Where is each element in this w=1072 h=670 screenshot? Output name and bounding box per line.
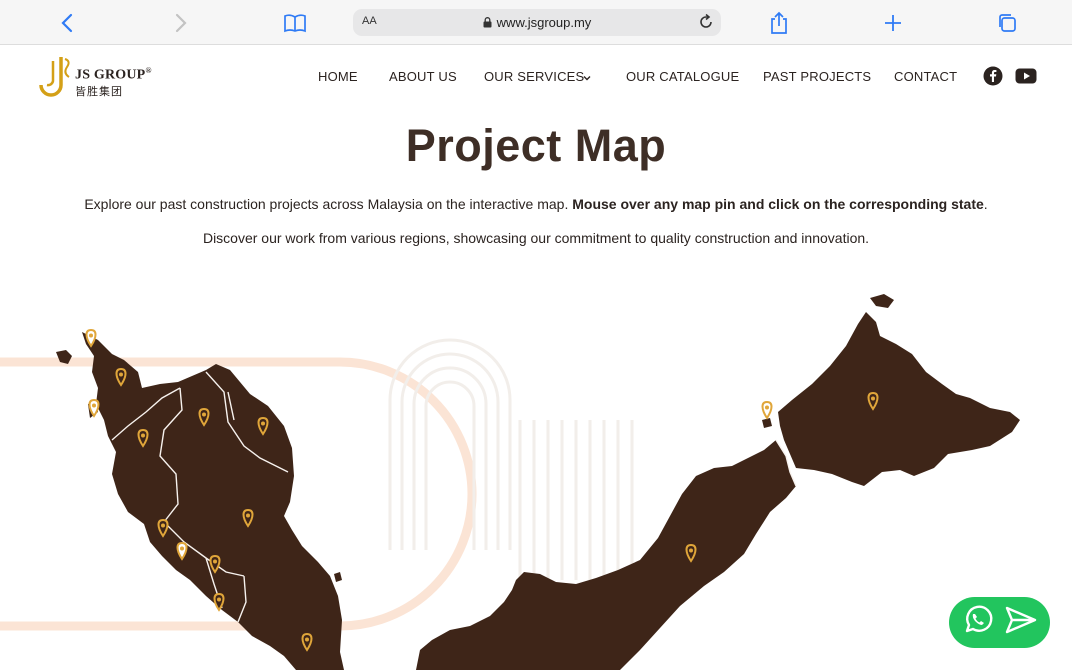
reload-icon[interactable] — [697, 13, 715, 36]
new-tab-plus-icon[interactable] — [880, 10, 906, 36]
chevron-down-icon[interactable] — [582, 70, 592, 88]
east-malaysia — [416, 294, 1020, 670]
nav-our-catalogue[interactable]: OUR CATALOGUE — [626, 69, 739, 84]
peninsular-malaysia — [56, 332, 344, 670]
whatsapp-icon[interactable] — [961, 603, 995, 642]
browser-toolbar: AA www.jsgroup.my — [0, 0, 1072, 45]
facebook-icon — [983, 66, 1003, 86]
forward-chevron-icon[interactable] — [168, 10, 194, 36]
page-title: Project Map — [405, 120, 667, 171]
chat-widget[interactable] — [949, 597, 1050, 648]
map-pin-labuan[interactable] — [761, 400, 773, 420]
back-chevron-icon[interactable] — [54, 10, 80, 36]
nav-home[interactable]: HOME — [318, 69, 358, 84]
banggi-island[interactable] — [870, 294, 894, 308]
lock-icon — [483, 16, 492, 31]
nav-contact[interactable]: CONTACT — [894, 69, 957, 84]
share-icon[interactable] — [766, 10, 792, 36]
nav-our-services[interactable]: OUR SERVICES — [484, 69, 584, 84]
logo-chinese-name: 皆胜集团 — [75, 85, 123, 98]
registered-mark: ® — [145, 66, 152, 75]
youtube-link[interactable] — [1015, 66, 1037, 86]
intro-emphasis: Mouse over any map pin and click on the … — [572, 196, 984, 212]
tioman-island[interactable] — [334, 572, 342, 582]
tabs-overview-icon[interactable] — [994, 10, 1020, 36]
facebook-link[interactable] — [982, 66, 1004, 86]
nav-past-projects[interactable]: PAST PROJECTS — [763, 69, 871, 84]
logo-name: JS GROUP — [75, 67, 146, 83]
nav-about-us[interactable]: ABOUT US — [389, 69, 457, 84]
send-icon[interactable] — [1004, 605, 1038, 640]
malaysia-project-map — [0, 294, 1020, 670]
address-bar[interactable]: AA www.jsgroup.my — [353, 9, 721, 36]
sub-paragraph: Discover our work from various regions, … — [202, 230, 870, 246]
sabah-landmass[interactable] — [778, 312, 1020, 486]
intro-paragraph: Explore our past construction projects a… — [84, 196, 988, 212]
youtube-icon — [1015, 68, 1037, 84]
bookmarks-book-icon[interactable] — [282, 10, 308, 36]
url-text: www.jsgroup.my — [496, 15, 592, 30]
site-logo[interactable]: JS GROUP® 皆胜集团 — [39, 55, 169, 100]
js-logo-mark-icon — [39, 57, 70, 97]
